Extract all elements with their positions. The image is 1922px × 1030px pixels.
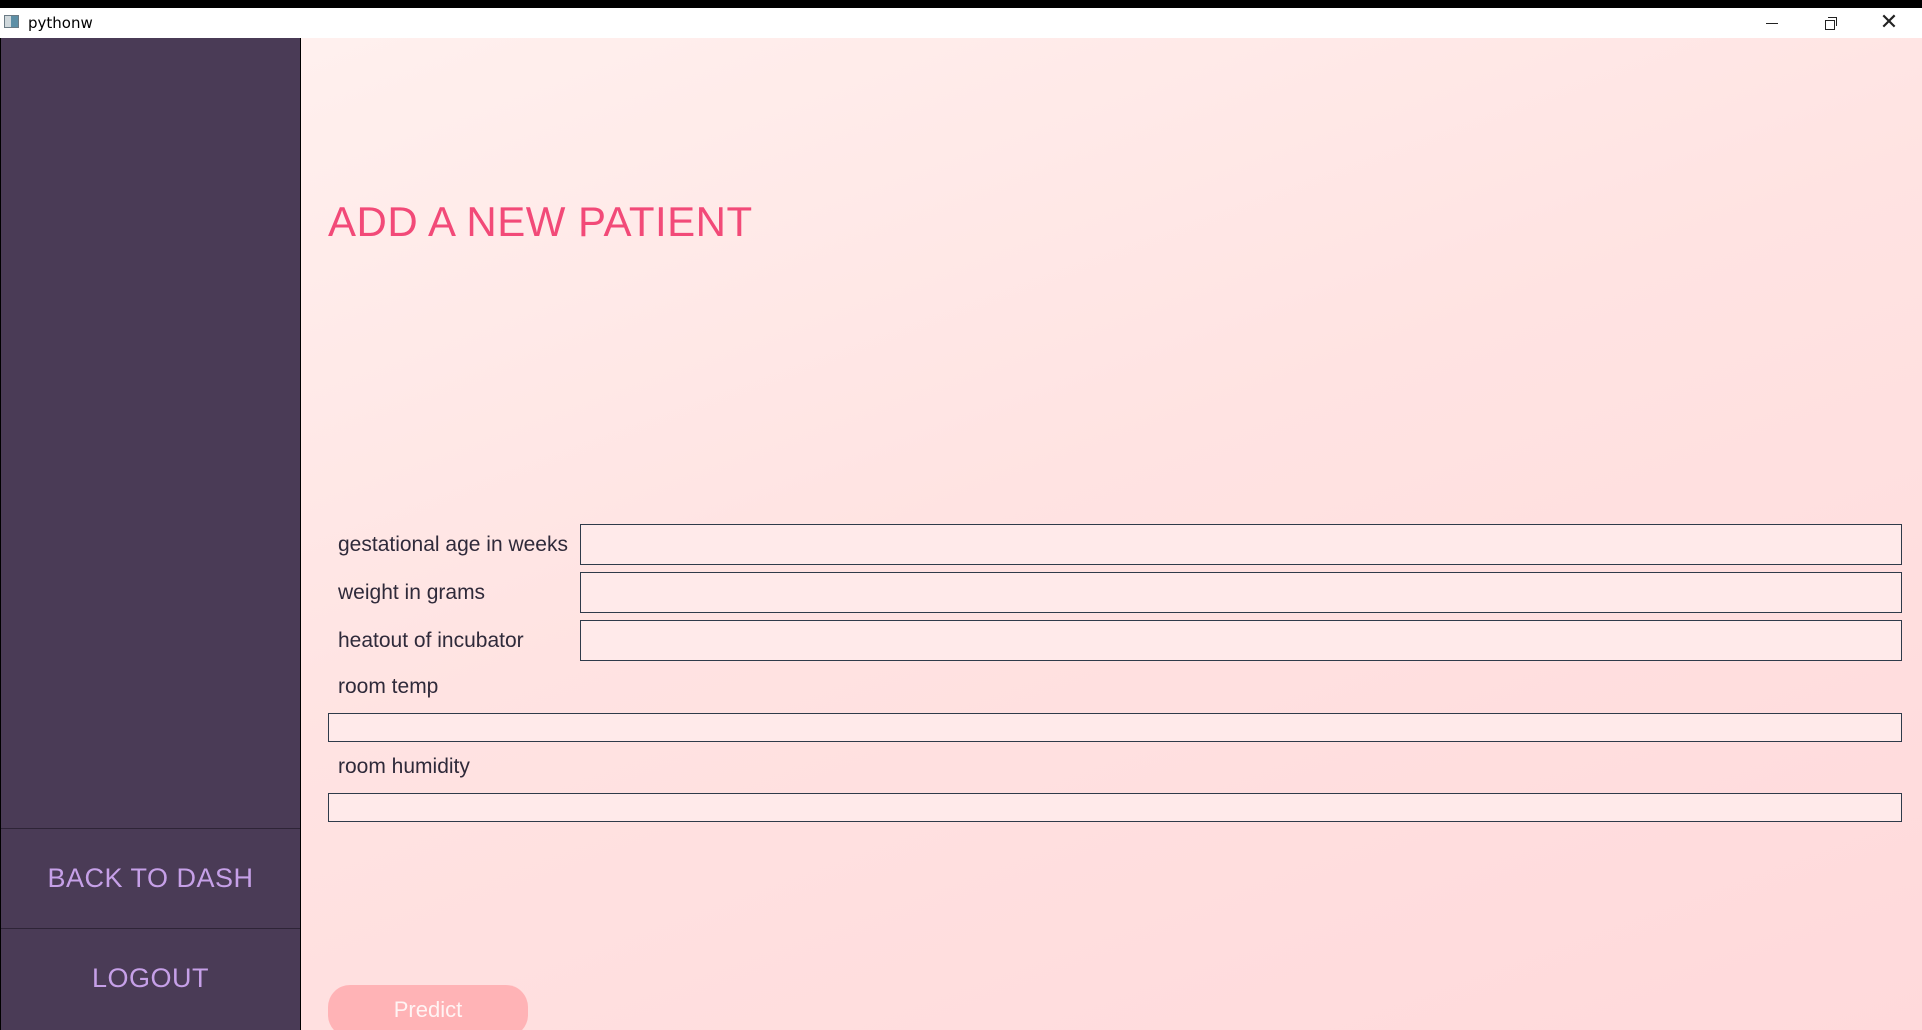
restore-icon — [1825, 17, 1837, 30]
predict-button[interactable]: Predict — [328, 985, 528, 1030]
minimize-icon — [1766, 22, 1778, 24]
back-to-dash-button[interactable]: BACK TO DASH — [1, 828, 300, 927]
room-humidity-label: room humidity — [338, 755, 470, 778]
heatout-label: heatout of incubator — [338, 629, 524, 652]
room-temp-input[interactable] — [328, 713, 1902, 742]
main-panel: ADD A NEW PATIENT gestational age in wee… — [301, 38, 1922, 1030]
window-title: pythonw — [28, 14, 93, 32]
app-window: pythonw ✕ BACK TO DASH LOGOUT ADD A NEW … — [0, 0, 1922, 1030]
heatout-input[interactable] — [580, 620, 1902, 661]
minimize-button[interactable] — [1743, 8, 1801, 38]
page-title: ADD A NEW PATIENT — [328, 198, 753, 245]
close-icon: ✕ — [1879, 10, 1899, 35]
gestational-age-label: gestational age in weeks — [338, 533, 568, 556]
weight-input[interactable] — [580, 572, 1902, 613]
title-bar: pythonw ✕ — [0, 8, 1922, 38]
gestational-age-input[interactable] — [580, 524, 1902, 565]
room-humidity-input[interactable] — [328, 793, 1902, 822]
client-area: BACK TO DASH LOGOUT ADD A NEW PATIENT ge… — [0, 38, 1922, 1030]
weight-label: weight in grams — [338, 581, 486, 604]
restore-button[interactable] — [1802, 8, 1860, 38]
close-button[interactable]: ✕ — [1860, 8, 1918, 38]
sidebar: BACK TO DASH LOGOUT — [1, 38, 300, 1030]
room-temp-label: room temp — [338, 675, 439, 698]
screen-top-edge — [0, 0, 1922, 8]
app-icon — [4, 15, 19, 28]
logout-button[interactable]: LOGOUT — [1, 928, 300, 1027]
